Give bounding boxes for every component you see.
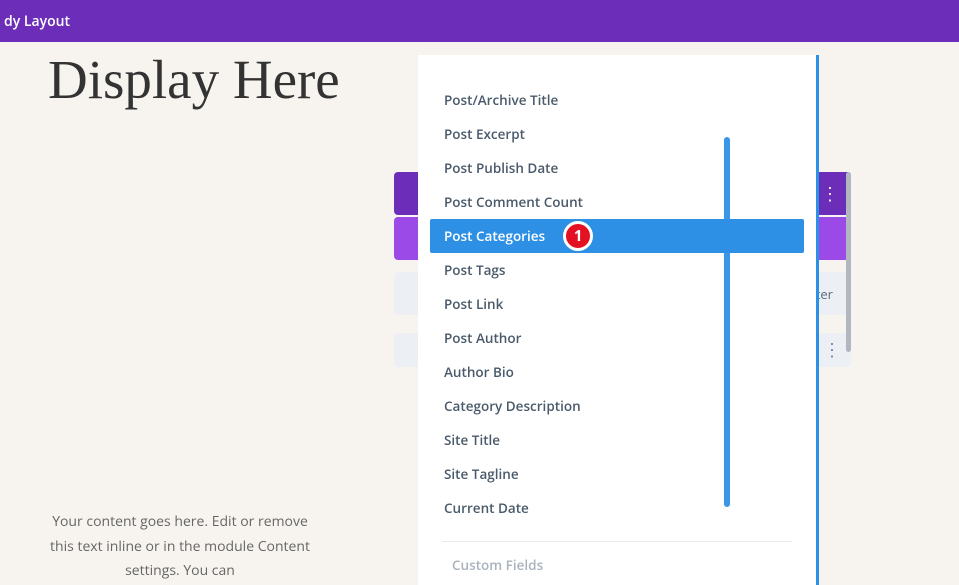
dropdown-item-site-tagline[interactable]: Site Tagline	[418, 457, 816, 491]
annotation-callout-1: 1	[563, 221, 593, 251]
dropdown-item-post-archive-title[interactable]: Post/Archive Title	[418, 83, 816, 117]
dropdown-item-post-categories[interactable]: Post Categories 1	[430, 219, 804, 253]
dropdown-item-label: Site Tagline	[444, 465, 519, 483]
top-bar: dy Layout	[0, 0, 959, 42]
dropdown-item-category-description[interactable]: Category Description	[418, 389, 816, 423]
dropdown-item-post-tags[interactable]: Post Tags	[418, 253, 816, 287]
vertical-dots-icon[interactable]: ⋮	[821, 185, 841, 203]
dropdown-item-post-publish-date[interactable]: Post Publish Date	[418, 151, 816, 185]
placeholder-content-text[interactable]: Your content goes here. Edit or remove t…	[40, 510, 320, 584]
dropdown-section-custom-fields: Custom Fields	[418, 556, 816, 574]
dropdown-item-label: Author Bio	[444, 363, 514, 381]
dropdown-item-label: Post Categories	[444, 227, 545, 245]
dropdown-item-label: Post Tags	[444, 261, 505, 279]
dropdown-item-post-excerpt[interactable]: Post Excerpt	[418, 117, 816, 151]
dropdown-item-author-bio[interactable]: Author Bio	[418, 355, 816, 389]
dropdown-item-current-date[interactable]: Current Date	[418, 491, 816, 525]
dropdown-item-post-link[interactable]: Post Link	[418, 287, 816, 321]
dropdown-item-label: Post Publish Date	[444, 159, 558, 177]
dropdown-item-post-comment-count[interactable]: Post Comment Count	[418, 185, 816, 219]
dropdown-item-label: Category Description	[444, 397, 581, 415]
dropdown-item-label: Site Title	[444, 431, 500, 449]
dropdown-item-label: Current Date	[444, 499, 529, 517]
vertical-dots-icon[interactable]: ⋮	[823, 341, 843, 359]
top-bar-title: dy Layout	[4, 12, 70, 31]
dropdown-scrollbar[interactable]	[724, 137, 730, 507]
dropdown-item-post-author[interactable]: Post Author	[418, 321, 816, 355]
dropdown-item-label: Post/Archive Title	[444, 91, 558, 109]
dropdown-item-site-title[interactable]: Site Title	[418, 423, 816, 457]
dropdown-item-label: Post Author	[444, 329, 521, 347]
dropdown-divider	[442, 541, 792, 542]
dropdown-item-label: Post Comment Count	[444, 193, 583, 211]
dropdown-item-label: Post Link	[444, 295, 503, 313]
dynamic-content-dropdown: Post/Archive Title Post Excerpt Post Publi…	[418, 55, 819, 585]
dropdown-item-label: Post Excerpt	[444, 125, 525, 143]
builder-scrollbar[interactable]	[846, 172, 851, 352]
